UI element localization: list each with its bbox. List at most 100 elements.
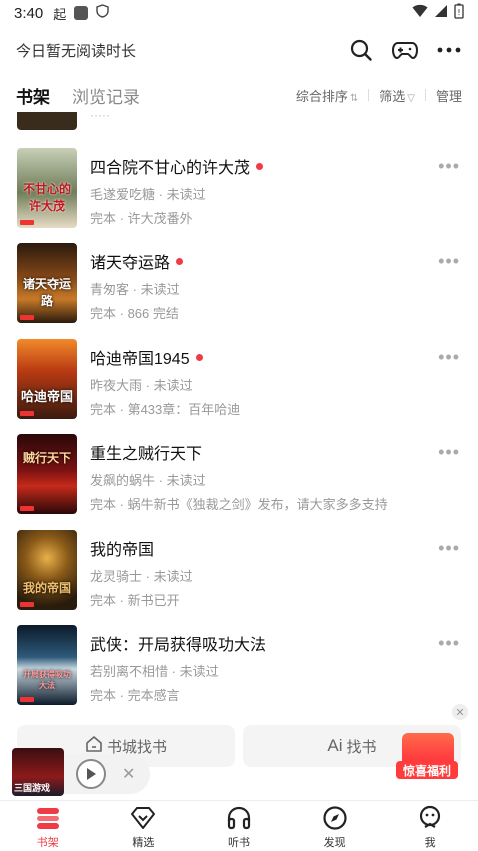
diamond-icon [130,805,156,831]
book-item[interactable]: 我的帝国 我的帝国 龙灵骑士 · 未读过 完本 · 新书已开 ••• [0,530,478,612]
book-status-line: 完本 · 许大茂番外 [90,211,193,226]
book-item[interactable]: 开局获得吸功大法 武侠：开局获得吸功大法 若别离不相惜 · 未读过 完本 · 完… [0,625,478,707]
promo-badge[interactable]: 惊喜福利 [396,733,460,779]
cover-badge [20,697,34,702]
more-menu-icon[interactable] [436,37,462,63]
book-more-icon[interactable]: ••• [438,347,460,368]
manage-button[interactable]: 管理 [436,86,462,105]
book-title[interactable]: 我的帝国 [90,536,154,560]
book-cover[interactable]: 我的帝国 [17,530,77,610]
cover-title: 贼行天下 [22,451,71,465]
book-author-line: 龙灵骑士 · 未读过 [90,569,193,584]
latest-chapter: 蜗牛新书《独裁之剑》发布，请大家多多支持 [127,497,388,512]
book-list[interactable]: ····· 不甘心的许大茂 四合院不甘心的许大茂 毛遂爱吃糖 · 未读过 完本 … [0,112,478,712]
book-title[interactable]: 四合院不甘心的许大茂 [90,154,250,178]
book-item[interactable]: 哈迪帝国 哈迪帝国1945 昨夜大雨 · 未读过 完本 · 第433章：百年哈迪… [0,339,478,421]
divider [368,89,370,101]
book-author-line: 发飙的蜗牛 · 未读过 [90,473,206,488]
book-title[interactable]: 哈迪帝国1945 [90,345,190,369]
book-status: 完本 [90,593,117,608]
mini-player[interactable]: 三国游戏 ✕ [12,748,150,798]
player-cover[interactable]: 三国游戏 [12,748,64,796]
compass-icon [322,805,348,831]
book-status: 完本 [90,211,117,226]
cover-title: 哈迪帝国 [20,390,73,405]
reading-time-text[interactable]: 今日暂无阅读时长 [16,40,136,61]
shelf-tabs: 书架 浏览记录 综合排序 ⇅ 筛选 ▽ 管理 [0,78,478,112]
cover-badge [20,506,34,511]
book-title[interactable]: 诸天夺运路 [90,249,170,273]
book-more-icon[interactable]: ••• [438,538,460,559]
nav-profile[interactable]: 我 [382,801,478,851]
gamepad-icon[interactable] [392,37,418,63]
tab-bookshelf-label: 书架 [16,87,50,107]
search-icon[interactable] [348,37,374,63]
book-author: 毛遂爱吃糖 [90,187,156,202]
book-status: 完本 [90,306,117,321]
cover-badge [20,411,34,416]
update-dot [256,162,264,170]
close-player-icon[interactable]: ✕ [122,764,135,784]
read-status: 未读过 [179,664,219,679]
nav-label: 书架 [36,837,59,849]
profile-icon [417,805,443,831]
nav-label: 发现 [323,837,346,849]
book-author: 若别离不相惜 [90,664,169,679]
nav-label: 我 [424,837,436,849]
book-more-icon[interactable]: ••• [438,251,460,272]
book-item[interactable]: 诸天夺运路 诸天夺运路 青匆客 · 未读过 完本 · 866 完结 ••• [0,243,478,325]
play-icon[interactable] [76,759,106,789]
book-cover[interactable]: 不甘心的许大茂 [17,148,77,228]
sort-button[interactable]: 综合排序 ⇅ [296,86,358,105]
book-cover[interactable]: 诸天夺运路 [17,243,77,323]
partial-book-row: ····· [90,112,110,122]
book-item[interactable]: 贼行天下 重生之贼行天下 发飙的蜗牛 · 未读过 完本 · 蜗牛新书《独裁之剑》… [0,434,478,516]
signal-icon [434,4,448,22]
wifi-icon [412,4,428,22]
update-dot [195,353,203,361]
tab-history[interactable]: 浏览记录 [72,83,140,108]
latest-chapter: 866 完结 [127,306,179,321]
book-more-icon[interactable]: ••• [438,156,460,177]
book-author-line: 昨夜大雨 · 未读过 [90,378,193,393]
sort-arrows-icon: ⇅ [349,92,359,104]
book-title[interactable]: 重生之贼行天下 [90,440,202,464]
book-author: 昨夜大雨 [90,378,143,393]
nav-featured[interactable]: 精选 [96,801,192,851]
nav-discover[interactable]: 发现 [287,801,383,851]
ai-find-label: 找书 [346,738,377,756]
book-item[interactable]: 不甘心的许大茂 四合院不甘心的许大茂 毛遂爱吃糖 · 未读过 完本 · 许大茂番… [0,148,478,230]
nav-audiobook[interactable]: 听书 [191,801,287,851]
book-cover[interactable]: 贼行天下 [17,434,77,514]
book-cover[interactable] [17,112,77,130]
book-cover[interactable]: 开局获得吸功大法 [17,625,77,705]
book-more-icon[interactable]: ••• [438,633,460,654]
read-status: 未读过 [153,569,193,584]
headphones-icon [226,805,252,831]
read-status: 未读过 [140,282,180,297]
book-author-line: 毛遂爱吃糖 · 未读过 [90,187,206,202]
latest-chapter: 第433章：百年哈迪 [127,402,241,417]
book-status-line: 完本 · 新书已开 [90,593,180,608]
status-time: 3:40 [14,4,44,22]
player-cover-title: 三国游戏 [14,784,51,794]
latest-chapter: 许大茂番外 [127,211,193,226]
filter-button[interactable]: 筛选 ▽ [379,86,415,105]
filter-icon: ▽ [407,92,415,104]
book-author-line: 若别离不相惜 · 未读过 [90,664,219,679]
book-cover[interactable]: 哈迪帝国 [17,339,77,419]
nav-bookshelf[interactable]: 书架 [0,801,96,851]
book-author: 发飙的蜗牛 [90,473,156,488]
book-status-line: 完本 · 蜗牛新书《独裁之剑》发布，请大家多多支持 [90,497,388,512]
book-more-icon[interactable]: ••• [438,442,460,463]
app-square-icon [74,6,89,20]
divider [424,89,426,101]
book-title[interactable]: 武侠：开局获得吸功大法 [90,631,266,655]
close-promo-icon[interactable]: ✕ [452,704,468,720]
tab-bookshelf[interactable]: 书架 [14,83,50,112]
cover-title: 诸天夺运路 [22,277,71,308]
ai-icon: Ai [327,736,343,755]
latest-chapter: 新书已开 [127,593,180,608]
latest-chapter: 完本感言 [127,688,180,703]
book-status: 完本 [90,402,117,417]
